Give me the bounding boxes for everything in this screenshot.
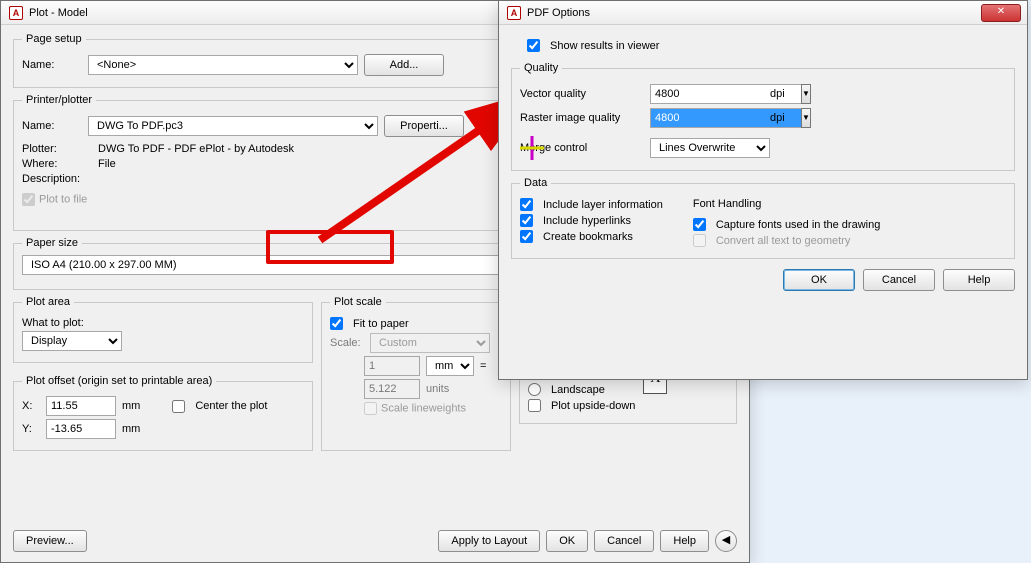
- plot-area-legend: Plot area: [22, 296, 74, 308]
- include-layer-label: Include layer information: [543, 199, 663, 211]
- plot-footer: Preview... Apply to Layout OK Cancel Hel…: [13, 530, 737, 552]
- paper-size-legend: Paper size: [22, 237, 82, 249]
- wireframe-cursor-icon: [520, 136, 544, 160]
- plotter-label: Plotter:: [22, 143, 92, 155]
- include-hyperlinks-checkbox[interactable]: [520, 214, 533, 227]
- plot-offset-group: Plot offset (origin set to printable are…: [13, 375, 313, 451]
- scale-unit-select[interactable]: mm: [426, 356, 474, 376]
- pdf-titlebar[interactable]: A PDF Options ✕: [499, 1, 1027, 25]
- plot-to-file-checkbox: Plot to file: [22, 193, 87, 206]
- create-bookmarks-checkbox[interactable]: [520, 230, 533, 243]
- scale-denominator-input: [364, 379, 420, 399]
- upside-down-label: Plot upside-down: [551, 400, 635, 412]
- offset-x-label: X:: [22, 400, 40, 412]
- center-plot-label: Center the plot: [195, 400, 267, 412]
- raster-dpi-label: dpi: [770, 112, 785, 124]
- quality-legend: Quality: [520, 62, 562, 74]
- page-setup-add-button[interactable]: Add...: [364, 54, 444, 76]
- scale-label: Scale:: [330, 337, 364, 349]
- plot-help-button[interactable]: Help: [660, 530, 709, 552]
- offset-y-input[interactable]: [46, 419, 116, 439]
- vector-dpi-label: dpi: [770, 88, 785, 100]
- printer-properties-button[interactable]: Properti...: [384, 115, 464, 137]
- chevron-down-icon[interactable]: ▼: [801, 108, 811, 128]
- scale-equals: =: [480, 360, 486, 372]
- what-to-plot-select[interactable]: Display: [22, 331, 122, 351]
- offset-x-input[interactable]: [46, 396, 116, 416]
- pdf-ok-button[interactable]: OK: [783, 269, 855, 291]
- page-setup-name-label: Name:: [22, 59, 82, 71]
- include-layer-checkbox[interactable]: [520, 198, 533, 211]
- printer-name-label: Name:: [22, 120, 82, 132]
- printer-name-select[interactable]: DWG To PDF.pc3: [88, 116, 378, 136]
- pdf-options-window: A PDF Options ✕ Show results in viewer Q…: [498, 0, 1028, 380]
- vector-quality-label: Vector quality: [520, 88, 640, 100]
- data-group: Data Include layer information Include h…: [511, 177, 1015, 259]
- quality-group: Quality Vector quality ▼ dpi Raster imag…: [511, 62, 1015, 171]
- plot-scale-group: Plot scale Fit to paper Scale: Custom mm =…: [321, 296, 511, 451]
- raster-quality-combo[interactable]: ▼: [650, 108, 760, 128]
- offset-y-unit: mm: [122, 423, 140, 435]
- fit-to-paper-checkbox[interactable]: [330, 317, 343, 330]
- chevron-down-icon[interactable]: ▼: [801, 84, 811, 104]
- plot-area-group: Plot area What to plot: Display: [13, 296, 313, 363]
- scale-lineweights-checkbox: [364, 402, 377, 415]
- convert-text-label: Convert all text to geometry: [716, 235, 851, 247]
- page-setup-legend: Page setup: [22, 33, 86, 45]
- landscape-radio[interactable]: [528, 383, 541, 396]
- plot-scale-legend: Plot scale: [330, 296, 386, 308]
- include-hyperlinks-label: Include hyperlinks: [543, 215, 631, 227]
- offset-y-label: Y:: [22, 423, 40, 435]
- what-to-plot-label: What to plot:: [22, 317, 84, 329]
- vector-quality-combo[interactable]: ▼: [650, 84, 760, 104]
- show-results-label: Show results in viewer: [550, 40, 659, 52]
- preview-button[interactable]: Preview...: [13, 530, 87, 552]
- font-handling-heading: Font Handling: [693, 198, 762, 210]
- capture-fonts-label: Capture fonts used in the drawing: [716, 219, 881, 231]
- landscape-label: Landscape: [551, 384, 605, 396]
- plotter-value: DWG To PDF - PDF ePlot - by Autodesk: [98, 143, 294, 155]
- autocad-app-icon: A: [9, 6, 23, 20]
- show-results-checkbox[interactable]: [527, 39, 540, 52]
- autocad-app-icon: A: [507, 6, 521, 20]
- convert-text-checkbox: [693, 234, 706, 247]
- pdf-title: PDF Options: [527, 7, 590, 19]
- plot-cancel-button[interactable]: Cancel: [594, 530, 654, 552]
- apply-layout-button[interactable]: Apply to Layout: [438, 530, 540, 552]
- data-legend: Data: [520, 177, 551, 189]
- where-label: Where:: [22, 158, 92, 170]
- scale-units-label: units: [426, 383, 449, 395]
- scale-lineweights-label: Scale lineweights: [381, 402, 466, 414]
- pdf-help-button[interactable]: Help: [943, 269, 1015, 291]
- raster-quality-label: Raster image quality: [520, 112, 640, 124]
- create-bookmarks-label: Create bookmarks: [543, 231, 633, 243]
- merge-control-select[interactable]: Lines Overwrite: [650, 138, 770, 158]
- offset-x-unit: mm: [122, 400, 140, 412]
- center-plot-checkbox[interactable]: [172, 400, 185, 413]
- page-setup-name-select[interactable]: <None>: [88, 55, 358, 75]
- pdf-cancel-button[interactable]: Cancel: [863, 269, 935, 291]
- printer-legend: Printer/plotter: [22, 94, 96, 106]
- scale-numerator-input: [364, 356, 420, 376]
- upside-down-checkbox[interactable]: [528, 399, 541, 412]
- expand-options-button[interactable]: ◀: [715, 530, 737, 552]
- pdf-close-button[interactable]: ✕: [981, 4, 1021, 22]
- where-value: File: [98, 158, 116, 170]
- plot-title: Plot - Model: [29, 7, 88, 19]
- scale-select: Custom: [370, 333, 490, 353]
- description-label: Description:: [22, 173, 92, 185]
- capture-fonts-checkbox[interactable]: [693, 218, 706, 231]
- plot-ok-button[interactable]: OK: [546, 530, 588, 552]
- fit-to-paper-label: Fit to paper: [353, 318, 409, 330]
- plot-offset-legend: Plot offset (origin set to printable are…: [22, 375, 216, 387]
